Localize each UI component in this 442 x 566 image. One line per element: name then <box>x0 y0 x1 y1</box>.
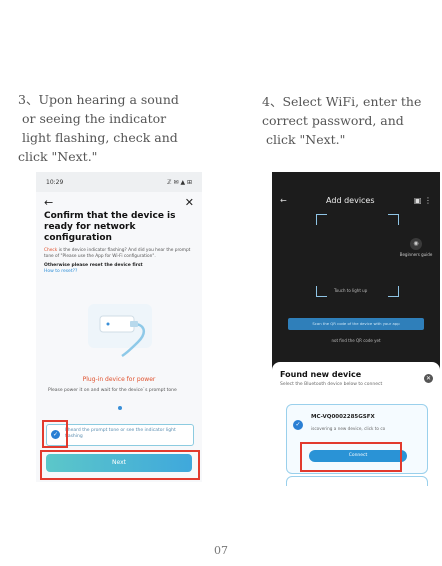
sheet-title: Found new device <box>280 370 362 379</box>
scan-frame-corner <box>388 214 399 225</box>
page-number: 07 <box>214 544 228 557</box>
next-device-card[interactable] <box>286 476 428 486</box>
status-time: 10:29 <box>46 178 64 186</box>
phone-screenshot-add-devices: ← Add devices ▣ ⋮ Touch to light up ◉ Be… <box>272 172 440 486</box>
status-bar: 10:29 ℤ ✉ ▲ ⊞ <box>36 172 202 192</box>
gallery-icon[interactable]: ▣ ⋮ <box>414 196 432 205</box>
pager-dot <box>118 406 122 410</box>
how-to-reset-link[interactable]: How to reset?? <box>36 269 202 275</box>
page-title: Add devices <box>326 196 375 205</box>
sheet-subtitle: Select the Bluetooth device below to con… <box>280 382 383 387</box>
page-title: Confirm that the device is ready for net… <box>44 211 176 243</box>
back-arrow-icon[interactable]: ← <box>280 196 287 205</box>
close-icon[interactable]: ✕ <box>185 196 194 209</box>
plug-in-description: Please power it on and wait for the devi… <box>48 388 177 393</box>
back-arrow-icon[interactable]: ← <box>44 196 53 209</box>
status-icons: ℤ ✉ ▲ ⊞ <box>167 178 192 186</box>
next-button-highlight-box <box>40 450 200 480</box>
instruction-highlight: Check <box>44 248 58 253</box>
top-nav: ← Add devices ▣ ⋮ <box>272 196 440 205</box>
connect-highlight-box <box>300 442 402 472</box>
device-illustration <box>88 304 152 358</box>
instruction-body: is the device indicator flashing? And di… <box>44 248 191 259</box>
step-3-instructions: 3、Upon hearing a sound or seeing the ind… <box>18 92 179 164</box>
confirm-checkbox-row[interactable]: ✓ I heard the prompt tone or see the ind… <box>46 424 194 446</box>
step-4-instructions: 4、Select WiFi, enter the correct passwor… <box>262 94 422 147</box>
confirm-checkbox-label: I heard the prompt tone or see the indic… <box>65 428 176 439</box>
plug-in-label: Plug-in device for power <box>82 376 156 383</box>
top-nav: ← ✕ <box>36 192 202 209</box>
close-icon[interactable]: ✕ <box>424 374 433 383</box>
checkbox-highlight-box <box>42 420 68 448</box>
instruction-text: Check is the device indicator flashing? … <box>36 244 202 260</box>
flashlight-hint[interactable]: Touch to light up <box>334 288 367 293</box>
device-status: iscovering a new device, click to co <box>311 426 386 431</box>
checkmark-icon: ✓ <box>293 420 303 430</box>
scan-frame-corner <box>316 286 327 297</box>
beginners-guide[interactable]: ◉ Beginners guide <box>396 238 436 257</box>
guide-icon: ◉ <box>410 238 422 250</box>
reset-note: Otherwise please reset the device first <box>44 263 143 268</box>
beginners-guide-label: Beginners guide <box>399 252 433 257</box>
device-name: MC-VQ0002285GSFX <box>311 414 375 420</box>
no-qr-code-link[interactable]: not find the QR code yet <box>272 338 440 343</box>
scan-instruction-bar: Scan the QR code of the device with your… <box>288 318 424 330</box>
scan-frame-corner <box>388 286 399 297</box>
scan-frame-corner <box>316 214 327 225</box>
